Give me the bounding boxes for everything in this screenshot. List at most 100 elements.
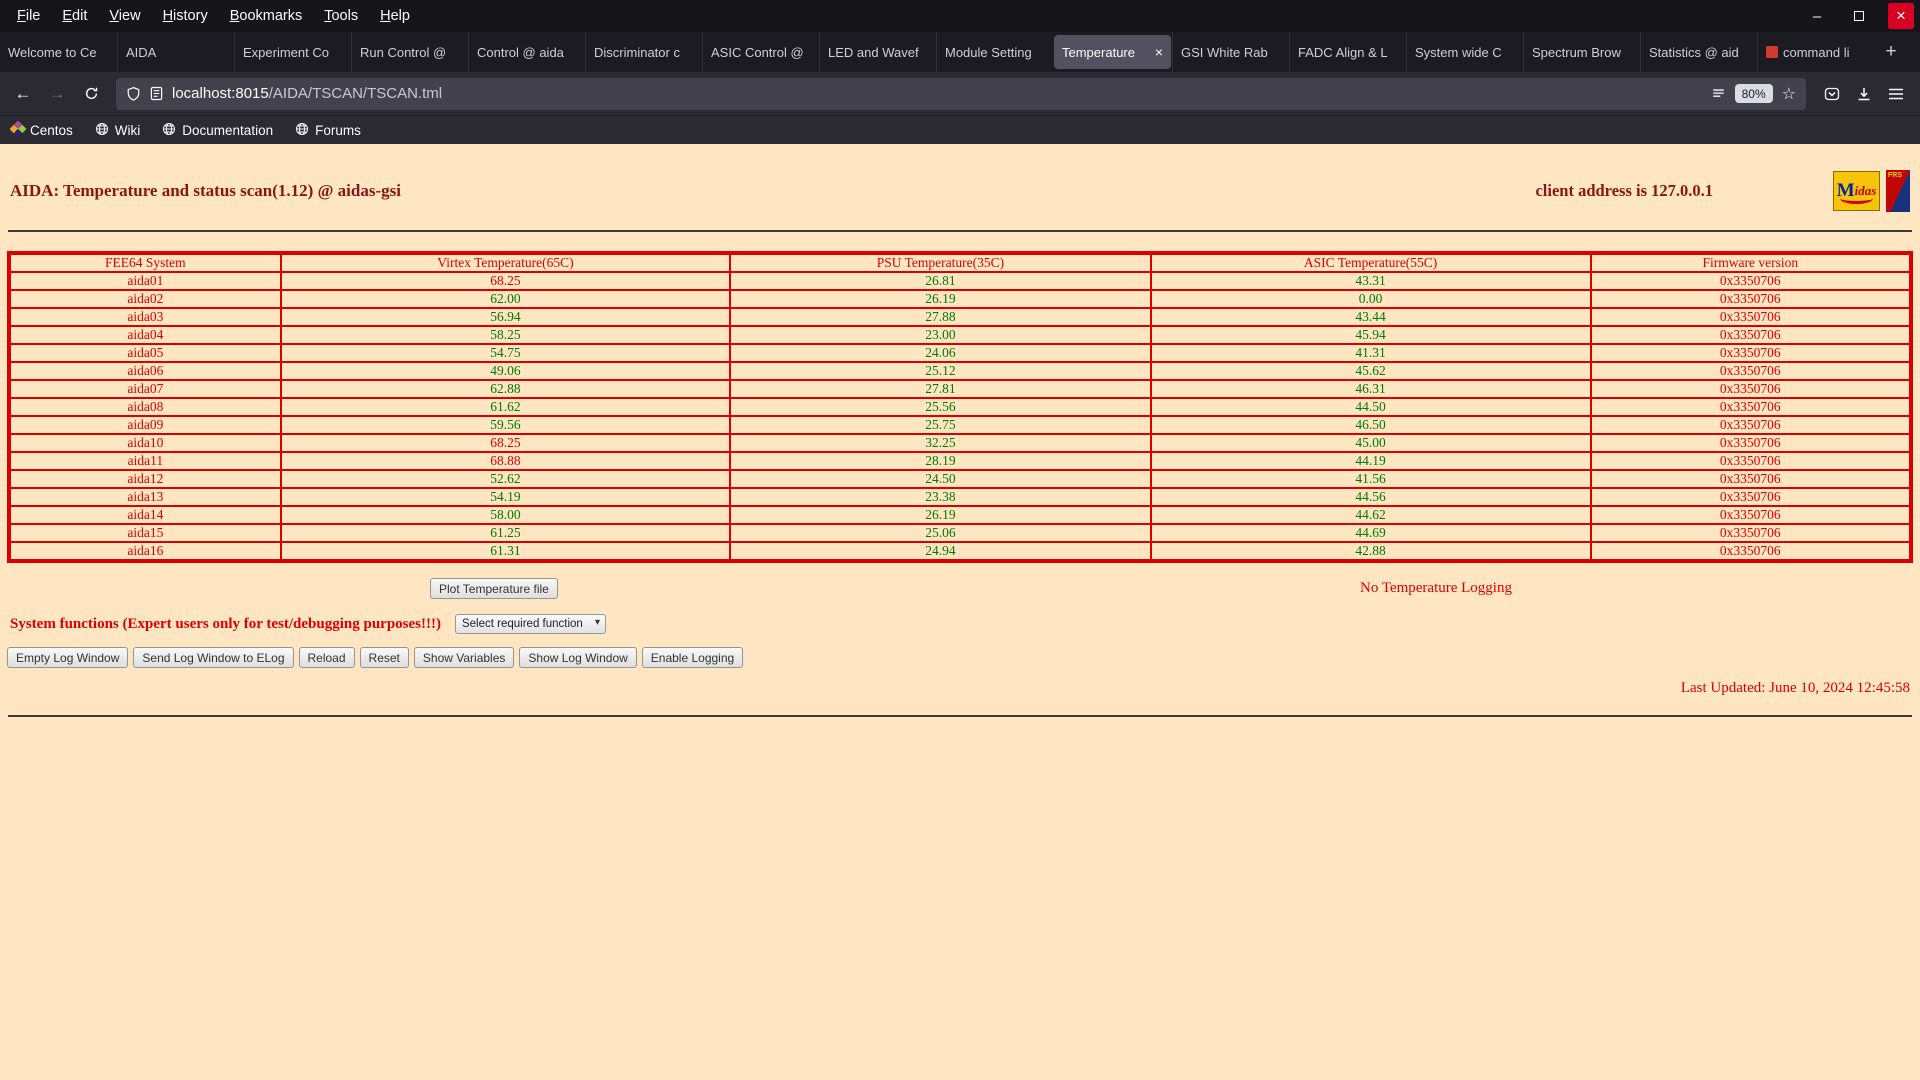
reload-button[interactable] <box>76 79 106 109</box>
browser-tab[interactable]: GSI White Rab <box>1172 32 1289 72</box>
browser-tab[interactable]: Module Setting <box>936 32 1053 72</box>
column-header: PSU Temperature(35C) <box>729 252 1152 273</box>
close-button[interactable]: × <box>1888 3 1914 29</box>
cell-virtex: 54.19 <box>279 487 732 507</box>
url-bar[interactable]: localhost:8015/AIDA/TSCAN/TSCAN.tml 80% … <box>116 77 1806 110</box>
cell-asic: 44.69 <box>1149 523 1592 543</box>
logo-group: Midas <box>1833 170 1910 212</box>
enable-logging-button[interactable]: Enable Logging <box>641 647 744 668</box>
browser-tab[interactable]: Statistics @ aid <box>1640 32 1757 72</box>
table-body: aida01 68.25 26.81 43.31 0x3350706 aida02 62.0… <box>8 271 1913 562</box>
show-log-window-button[interactable]: Show Log Window <box>519 647 637 668</box>
shield-icon[interactable] <box>126 86 141 102</box>
bookmark-centos[interactable]: Centos <box>9 120 73 138</box>
cell-virtex: 62.88 <box>279 379 732 399</box>
function-select[interactable]: Select required function <box>454 614 606 634</box>
table-row: aida10 68.25 32.25 45.00 0x3350706 <box>8 433 1913 453</box>
temperature-table: FEE64 System Virtex Temperature(65C) PSU T… <box>7 251 1913 563</box>
cell-psu: 25.12 <box>729 361 1152 381</box>
menu-item-view[interactable]: View <box>98 0 151 32</box>
function-select-wrapper: Select required function <box>454 614 606 634</box>
bookmark-label: Wiki <box>114 122 141 138</box>
cell-psu: 27.88 <box>729 307 1152 327</box>
cell-psu: 25.56 <box>729 397 1152 417</box>
page-content: AIDA: Temperature and status scan(1.12) … <box>0 144 1920 1080</box>
cell-psu: 23.38 <box>729 487 1152 507</box>
show-variables-button[interactable]: Show Variables <box>413 647 515 668</box>
table-header-row: FEE64 System Virtex Temperature(65C) PSU T… <box>8 252 1913 273</box>
bookmark-forums[interactable]: Forums <box>295 122 361 139</box>
browser-tab[interactable]: LED and Wavef <box>819 32 936 72</box>
menu-item-help[interactable]: Help <box>369 0 421 32</box>
send-log-window-to-elog-button[interactable]: Send Log Window to ELog <box>133 647 294 668</box>
minimize-button[interactable]: – <box>1804 3 1830 29</box>
cell-name: aida09 <box>8 415 282 435</box>
empty-log-window-button[interactable]: Empty Log Window <box>7 647 129 668</box>
cell-virtex: 68.25 <box>279 433 732 453</box>
cell-fw: 0x3350706 <box>1589 307 1913 327</box>
tab-label: Temperature <box>1062 44 1135 60</box>
browser-tab[interactable]: Experiment Co <box>234 32 351 72</box>
cell-name: aida12 <box>8 469 282 489</box>
browser-tab[interactable]: Discriminator c <box>585 32 702 72</box>
browser-tab[interactable]: Welcome to Ce <box>0 32 117 72</box>
menu-item-history[interactable]: History <box>152 0 219 32</box>
menu-item-edit[interactable]: Edit <box>51 0 98 32</box>
maximize-button[interactable] <box>1846 3 1872 29</box>
logging-status-text: No Temperature Logging <box>1360 580 1512 596</box>
browser-tab[interactable]: AIDA <box>117 32 234 72</box>
table-row: aida13 54.19 23.38 44.56 0x3350706 <box>8 487 1913 507</box>
cell-virtex: 56.94 <box>279 307 732 327</box>
plot-temperature-button[interactable]: Plot Temperature file <box>430 578 558 599</box>
globe-icon <box>162 122 176 139</box>
url-text: localhost:8015/AIDA/TSCAN/TSCAN.tml <box>172 85 1702 102</box>
cell-name: aida16 <box>8 541 282 562</box>
zoom-level-badge[interactable]: 80% <box>1734 84 1773 103</box>
system-functions-label: System functions (Expert users only for … <box>10 615 441 632</box>
tab-label: ASIC Control @ <box>711 44 804 60</box>
header-divider <box>8 230 1912 232</box>
cell-fw: 0x3350706 <box>1589 469 1913 489</box>
menu-item-bookmarks[interactable]: Bookmarks <box>219 0 314 32</box>
tab-label: Control @ aida <box>477 44 564 60</box>
reader-view-icon[interactable] <box>1711 87 1726 101</box>
menu-item-file[interactable]: File <box>6 0 51 32</box>
browser-tab[interactable]: ASIC Control @ <box>702 32 819 72</box>
cell-fw: 0x3350706 <box>1589 451 1913 471</box>
table-row: aida09 59.56 25.75 46.50 0x3350706 <box>8 415 1913 435</box>
navigation-toolbar: ← → localhost:8015/AIDA/TSCAN/TSCAN.tml … <box>0 72 1920 115</box>
tab-strip: Welcome to Ce AIDA Experiment Co Run Contro… <box>0 32 1874 72</box>
forward-button[interactable]: → <box>42 79 72 109</box>
action-buttons-row: Empty Log Window Send Log Window to ELog R… <box>0 647 1920 668</box>
browser-tab[interactable]: Temperature × <box>1054 35 1171 69</box>
cell-asic: 46.31 <box>1149 379 1592 399</box>
reset-button[interactable]: Reset <box>359 647 409 668</box>
browser-tab[interactable]: command li <box>1757 32 1874 72</box>
tab-close-icon[interactable]: × <box>1153 44 1163 60</box>
bookmark-star-icon[interactable]: ☆ <box>1782 84 1796 103</box>
browser-tab[interactable]: Run Control @ <box>351 32 468 72</box>
browser-tab[interactable]: System wide C <box>1406 32 1523 72</box>
download-icon[interactable] <box>1856 86 1872 102</box>
bookmark-wiki[interactable]: Wiki <box>95 122 141 139</box>
browser-tab[interactable]: FADC Align & L <box>1289 32 1406 72</box>
cell-psu: 23.00 <box>729 325 1152 345</box>
cell-virtex: 61.31 <box>279 541 732 562</box>
cell-psu: 24.06 <box>729 343 1152 363</box>
cell-name: aida02 <box>8 289 282 309</box>
tab-label: LED and Wavef <box>828 44 919 60</box>
menu-item-tools[interactable]: Tools <box>313 0 369 32</box>
hamburger-menu-icon[interactable] <box>1888 87 1904 101</box>
page-info-icon[interactable] <box>150 86 163 101</box>
back-button[interactable]: ← <box>8 79 38 109</box>
browser-tab[interactable]: Spectrum Brow <box>1523 32 1640 72</box>
table-row: aida06 49.06 25.12 45.62 0x3350706 <box>8 361 1913 381</box>
bookmark-label: Centos <box>30 122 73 138</box>
cell-asic: 43.44 <box>1149 307 1592 327</box>
reload-button[interactable]: Reload <box>298 647 355 668</box>
pocket-icon[interactable] <box>1824 86 1840 102</box>
cell-asic: 45.00 <box>1149 433 1592 453</box>
browser-tab[interactable]: Control @ aida <box>468 32 585 72</box>
bookmark-documentation[interactable]: Documentation <box>162 122 273 139</box>
new-tab-button[interactable]: + <box>1874 32 1908 72</box>
